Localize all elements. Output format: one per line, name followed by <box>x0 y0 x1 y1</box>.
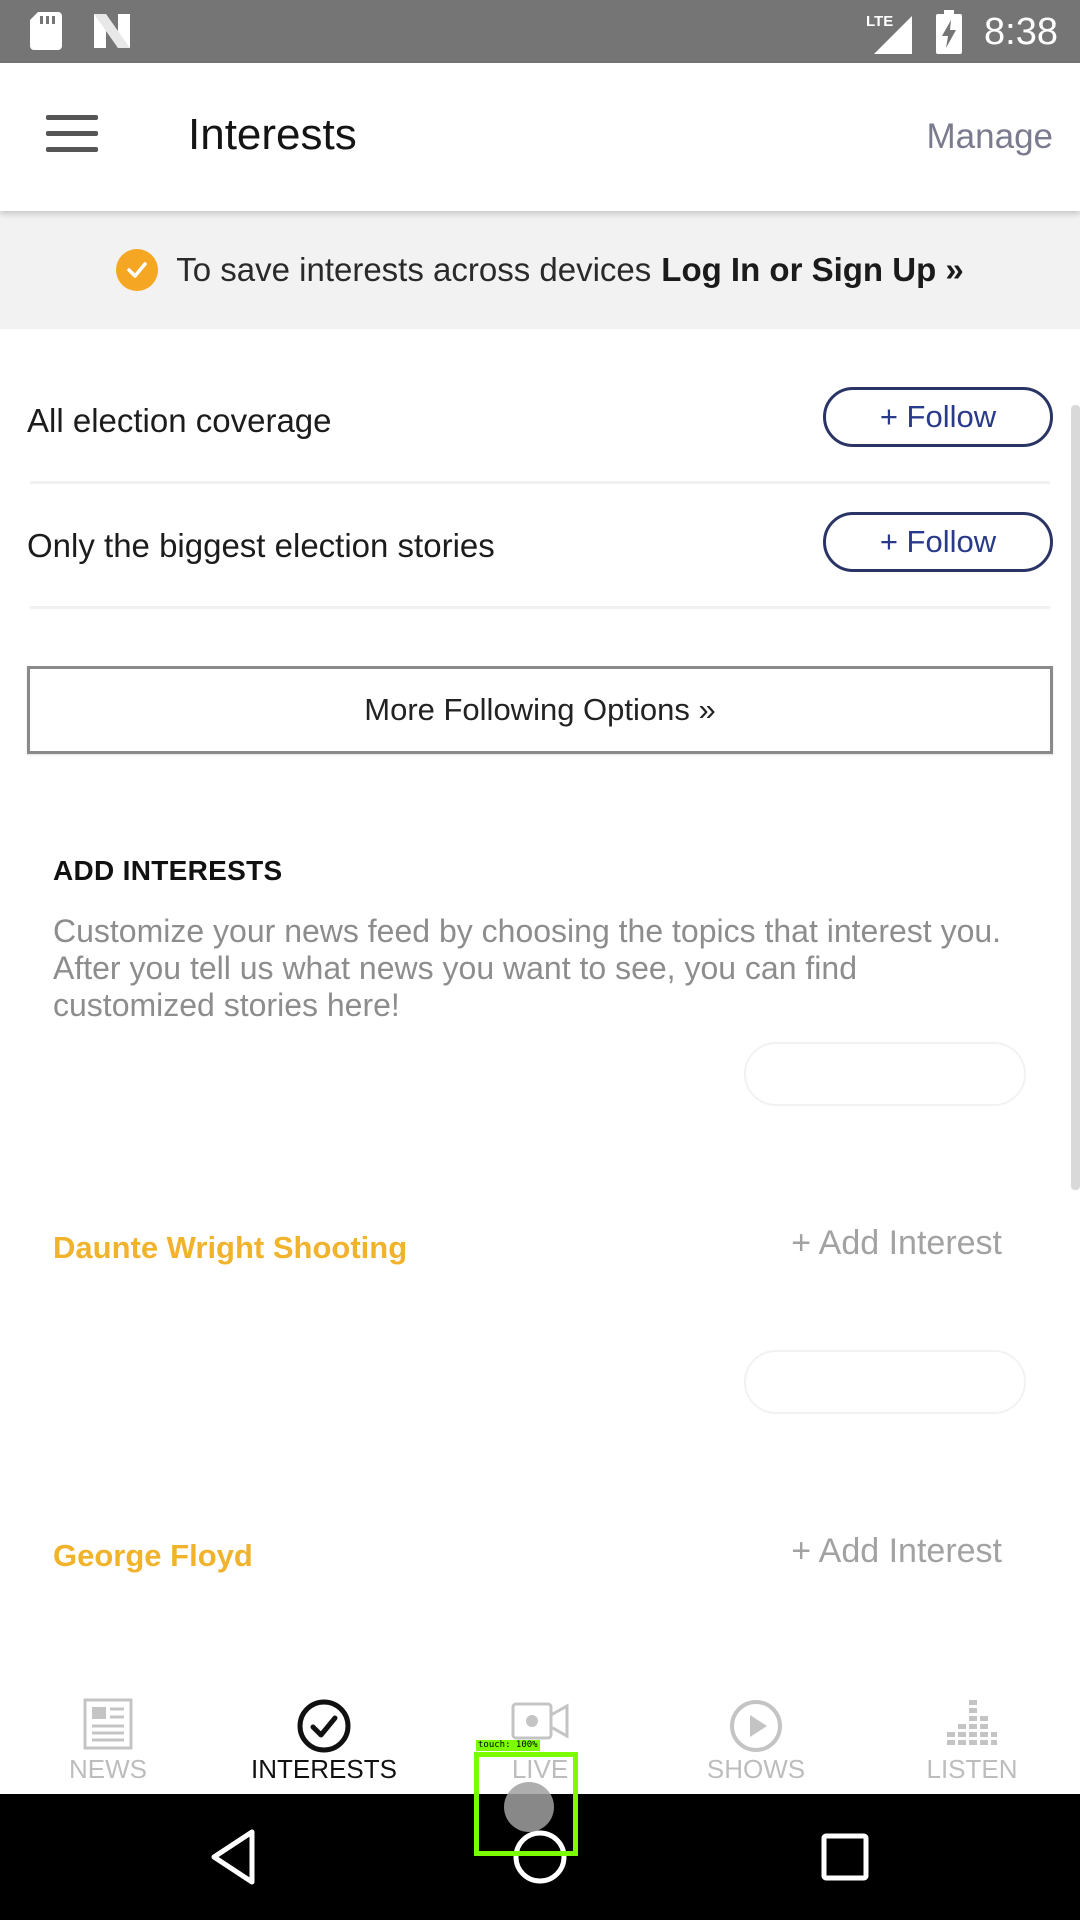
clock: 8:38 <box>984 11 1058 53</box>
follow-button[interactable]: + Follow <box>823 512 1053 572</box>
add-interest-button[interactable]: + Add Interest <box>791 1532 1002 1571</box>
recents-icon[interactable] <box>810 1822 880 1892</box>
manage-button[interactable]: Manage <box>927 113 1053 161</box>
tab-shows[interactable]: SHOWS <box>666 1686 846 1794</box>
follow-row-all-election: All election coverage + Follow <box>0 360 1080 484</box>
login-signup-link[interactable]: Log In or Sign Up » <box>661 251 963 288</box>
svg-text:LTE: LTE <box>866 13 893 30</box>
tab-label: LISTEN <box>926 1754 1018 1784</box>
login-banner: To save interests across devices Log In o… <box>0 211 1080 329</box>
add-interests-description: Customize your news feed by choosing the… <box>53 913 1002 1023</box>
follow-row-biggest-stories: Only the biggest election stories + Foll… <box>0 485 1080 609</box>
scrollbar[interactable] <box>1071 405 1080 1190</box>
tab-news[interactable]: NEWS <box>18 1686 198 1794</box>
ghost-pill <box>744 1350 1026 1414</box>
interest-name[interactable]: Daunte Wright Shooting <box>53 1230 407 1266</box>
hamburger-menu-icon[interactable] <box>46 115 98 155</box>
tab-interests[interactable]: INTERESTS <box>234 1686 414 1794</box>
back-icon[interactable] <box>200 1822 270 1892</box>
check-circle-icon <box>116 249 159 291</box>
ghost-pill <box>744 1042 1026 1106</box>
tab-label: NEWS <box>69 1754 147 1784</box>
interest-name[interactable]: George Floyd <box>53 1538 253 1574</box>
touch-label: touch: 100% <box>476 1740 540 1751</box>
divider <box>30 606 1050 609</box>
newspaper-icon <box>83 1698 133 1750</box>
follow-option-label: Only the biggest election stories <box>27 527 495 564</box>
more-following-options-button[interactable]: More Following Options » <box>27 666 1053 754</box>
video-camera-icon <box>511 1702 569 1740</box>
page-title: Interests <box>188 110 357 159</box>
sd-card-icon <box>30 12 62 50</box>
battery-charging-icon <box>936 10 963 54</box>
n-logo-icon <box>94 14 130 48</box>
banner-text: To save interests across devices <box>176 251 652 288</box>
equalizer-icon <box>947 1700 997 1745</box>
add-interest-button[interactable]: + Add Interest <box>791 1224 1002 1263</box>
play-circle-icon <box>730 1700 782 1752</box>
touch-highlight-box <box>474 1752 578 1856</box>
add-interests-heading: ADD INTERESTS <box>53 855 283 886</box>
status-bar: LTE 8:38 <box>0 0 1080 63</box>
app-bar: Interests Manage <box>0 63 1080 211</box>
follow-option-label: All election coverage <box>27 402 332 439</box>
divider <box>30 481 1050 484</box>
lte-signal-icon: LTE <box>866 13 913 54</box>
follow-button[interactable]: + Follow <box>823 387 1053 447</box>
tab-label: INTERESTS <box>251 1754 397 1784</box>
tab-label: SHOWS <box>706 1754 806 1784</box>
interest-row: Daunte Wright Shooting + Add Interest <box>0 1180 1080 1310</box>
tab-listen[interactable]: LISTEN <box>882 1686 1062 1794</box>
check-circle-icon <box>297 1699 351 1753</box>
interest-row: George Floyd + Add Interest <box>0 1488 1080 1618</box>
